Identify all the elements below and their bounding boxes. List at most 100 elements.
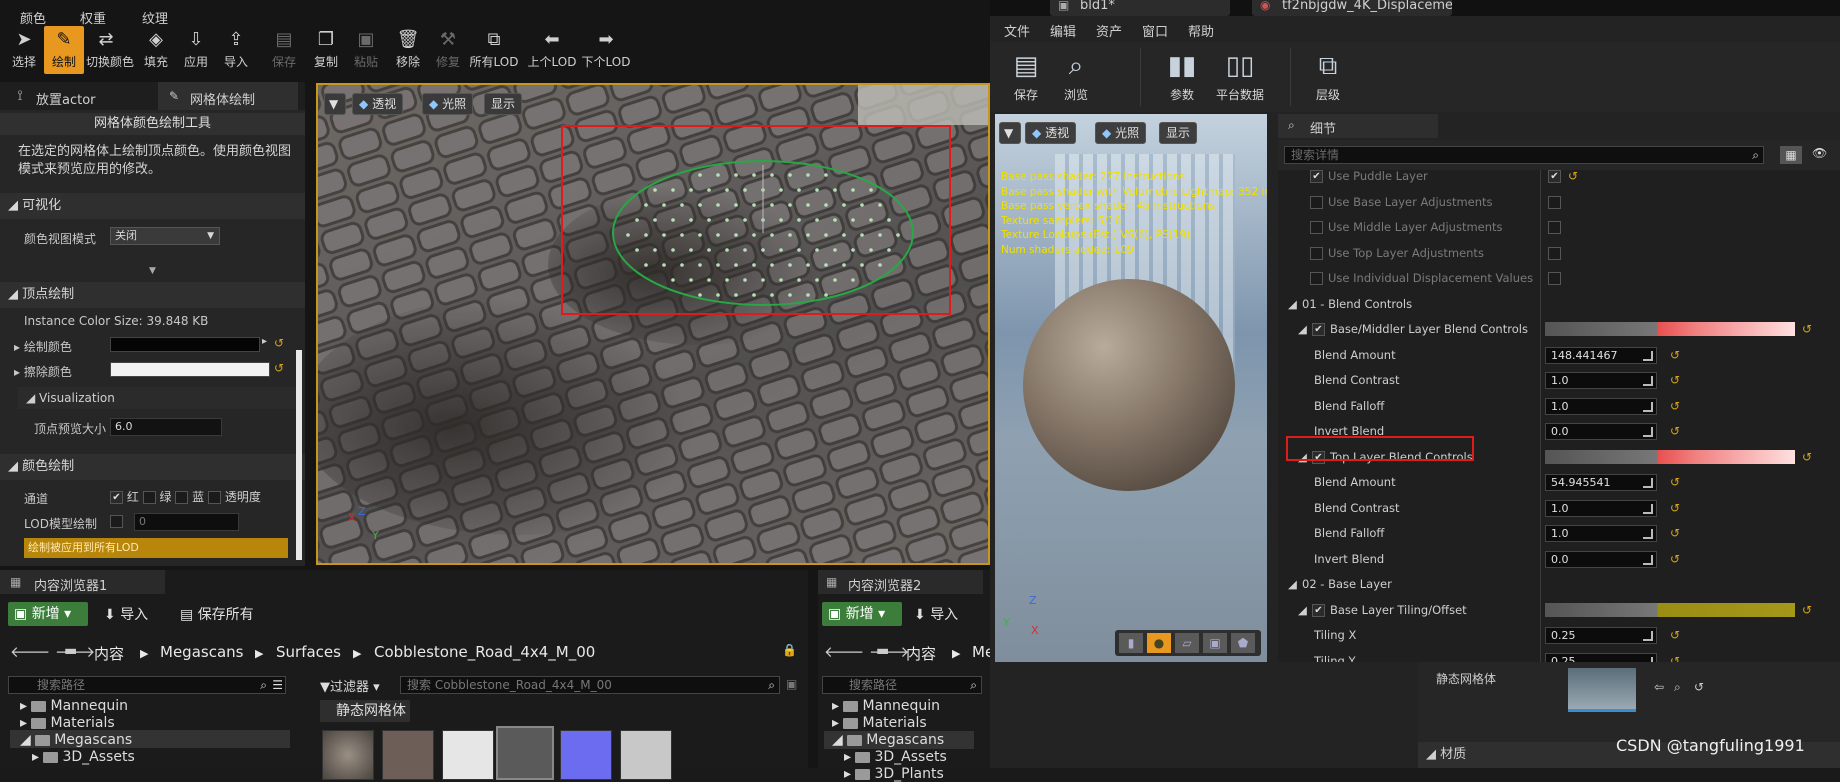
reset-icon[interactable]: ↺ [1670,623,1680,648]
import-button-2[interactable]: ⬇ 导入 [914,604,958,624]
breadcrumb-item[interactable]: Surfaces [276,643,341,661]
menu-item[interactable]: 窗口 [1142,21,1168,40]
color-view-mode-select[interactable]: 关闭 ▼ [110,227,220,245]
property-row[interactable]: Use Base Layer Adjustments [1278,190,1840,215]
save-search-icon[interactable]: ▣ [786,677,797,691]
property-value-input[interactable]: 54.945541 [1545,474,1657,491]
toolbar-save-button[interactable]: ▤ 保存 [264,26,304,74]
tree-item-materials[interactable]: ▸ Materials [832,715,927,731]
vector-param-preview[interactable] [1545,322,1795,336]
tree-item-materials[interactable]: ▸ Materials [20,715,115,731]
tree-item-megascans[interactable]: ◢ Megascans [832,732,944,748]
material-toolbar-hierarchy-button[interactable]: ⧉ 层级 [1300,46,1356,108]
vertex-preview-size-input[interactable]: 6.0 [110,418,222,436]
tab-texture[interactable]: 纹理 [142,8,168,27]
asset-thumbnail[interactable] [620,730,672,780]
color-picker-arrow-icon[interactable]: ▸ [262,336,267,347]
sphere-icon[interactable]: ● [1147,633,1171,653]
toolbar-wrench-button[interactable]: ⚒ 修复 [428,26,468,74]
reset-icon[interactable]: ↺ [1670,419,1680,444]
material-toolbar-browse-button[interactable]: ⌕ 浏览 [1048,46,1104,108]
tree-item-3d-plants[interactable]: ▸ 3D_Plants [844,766,944,782]
menu-item[interactable]: 编辑 [1050,21,1076,40]
viewport-options-button[interactable]: ▼ [999,122,1021,144]
history-back-icon[interactable]: 🡐 🡒 [10,642,95,661]
search-paths-input-2[interactable]: 搜索路径 ⌕ [822,676,982,694]
eye-icon[interactable]: 👁 [1812,146,1827,160]
expand-arrow-icon[interactable]: ◢ [1288,292,1297,317]
property-value-checkbox[interactable] [1548,170,1561,183]
level-viewport[interactable]: ▼ ◆ 透视 ◆ 光照 显示 Z X Y [316,83,990,565]
lit-button[interactable]: ◆ 光照 [1095,122,1147,144]
expand-arrow-icon[interactable]: ▼ [0,266,305,278]
section-vertex-paint[interactable]: ◢ 顶点绘制 [0,282,305,308]
property-row[interactable]: Blend Amount 54.945541 ↺ [1278,470,1840,495]
lod-paint-checkbox[interactable] [110,515,123,528]
save-all-button[interactable]: ▤ 保存所有 [180,604,254,624]
reset-icon[interactable]: ↺ [274,336,284,350]
property-value-input[interactable]: 0.25 [1545,652,1657,662]
tree-item-3d-assets[interactable]: ▸ 3D_Assets [844,749,947,765]
add-new-button-2[interactable]: ▣ 新增 ▾ [822,602,902,626]
cylinder-icon[interactable]: ▮ [1119,633,1143,653]
toolbar-copy-button[interactable]: ❐ 复制 [306,26,346,74]
property-value-input[interactable]: 1.0 [1545,525,1657,542]
viewport-options-button[interactable]: ▼ [324,93,346,115]
property-override-checkbox[interactable] [1310,170,1323,183]
breadcrumb-item[interactable]: 内容 [906,643,936,664]
custom-mesh-icon[interactable]: ⬟ [1231,633,1255,653]
property-row[interactable]: ◢ Base/Middler Layer Blend Controls ↺ [1278,317,1840,342]
toolbar-arrow-right-button[interactable]: ➡ 下个LOD [578,26,634,74]
reset-icon[interactable]: ↺ [1670,368,1680,393]
reset-icon[interactable]: ↺ [1670,547,1680,572]
property-row[interactable]: Blend Amount 148.441467 ↺ [1278,343,1840,368]
property-row[interactable]: Tiling X 0.25 ↺ [1278,623,1840,648]
tab-color[interactable]: 颜色 [20,8,46,27]
list-options-icon[interactable]: ☰ [272,677,283,693]
details-search-input[interactable]: 搜索详情 ⌕ [1284,146,1764,164]
breadcrumb-item[interactable]: Megascans [160,643,243,661]
property-row[interactable]: Invert Blend 0.0 ↺ [1278,547,1840,572]
expand-arrow-icon[interactable]: ◢ [1298,598,1307,623]
property-row[interactable]: Tiling Y 0.25 ↺ [1278,649,1840,662]
asset-thumbnail[interactable] [496,726,554,780]
property-row[interactable]: Use Middle Layer Adjustments [1278,215,1840,240]
visualization-group[interactable]: ◢ Visualization [18,387,298,409]
property-value-input[interactable]: 1.0 [1545,499,1657,517]
history-back-icon[interactable]: 🡐 🡒 [824,642,909,661]
property-row[interactable]: Blend Contrast 1.0 ↺ [1278,368,1840,393]
property-value-input[interactable]: 0.25 [1545,627,1657,644]
lod-index-input[interactable]: 0 [134,513,239,531]
import-button[interactable]: ⬇ 导入 [104,604,148,624]
grid-view-icon[interactable]: ▦ [1780,146,1802,164]
property-override-checkbox[interactable] [1310,195,1323,209]
toolbar-arrow-left-button[interactable]: ⬅ 上个LOD [524,26,580,74]
reset-icon[interactable]: ↺ [1568,170,1578,189]
tree-item-3d-assets[interactable]: ▸ 3D_Assets [32,749,135,765]
toolbar-fill-bucket-button[interactable]: ◈ 填充 [136,26,176,74]
perspective-button[interactable]: ◆ 透视 [1025,122,1077,144]
menu-item[interactable]: 文件 [1004,21,1030,40]
property-value-input[interactable]: 0.0 [1545,550,1657,568]
toolbar-apply-button[interactable]: ⇩ 应用 [176,26,216,74]
material-toolbar-save-button[interactable]: ▤ 保存 [998,46,1054,108]
tab-place-actor[interactable]: 放置actor [36,89,96,108]
reset-icon[interactable]: ↺ [1802,445,1812,470]
reset-icon[interactable]: ↺ [1802,317,1812,342]
tree-item-mannequin[interactable]: ▸ Mannequin [832,698,940,714]
section-color-paint[interactable]: ◢ 颜色绘制 [0,454,305,480]
reset-icon[interactable]: ↺ [274,361,284,375]
property-row[interactable]: Blend Falloff 1.0 ↺ [1278,394,1840,419]
reset-icon[interactable]: ↺ [1670,496,1680,521]
panel-scrollbar[interactable] [296,350,302,560]
toolbar-paste-button[interactable]: ▣ 粘贴 [346,26,386,74]
property-value-input[interactable]: 1.0 [1545,372,1657,389]
property-row[interactable]: Use Top Layer Adjustments [1278,241,1840,266]
toolbar-trash-button[interactable]: 🗑 移除 [388,26,428,74]
menu-item[interactable]: 帮助 [1188,21,1214,40]
paint-color-swatch[interactable] [110,337,260,352]
tab-displacement[interactable]: ◉ tf2nbjgdw_4K_Displaceme [1252,0,1452,16]
lock-icon[interactable]: 🔒 [782,643,797,657]
details-tab[interactable]: ⌕ 细节 [1278,114,1438,138]
property-override-checkbox[interactable] [1310,272,1323,285]
